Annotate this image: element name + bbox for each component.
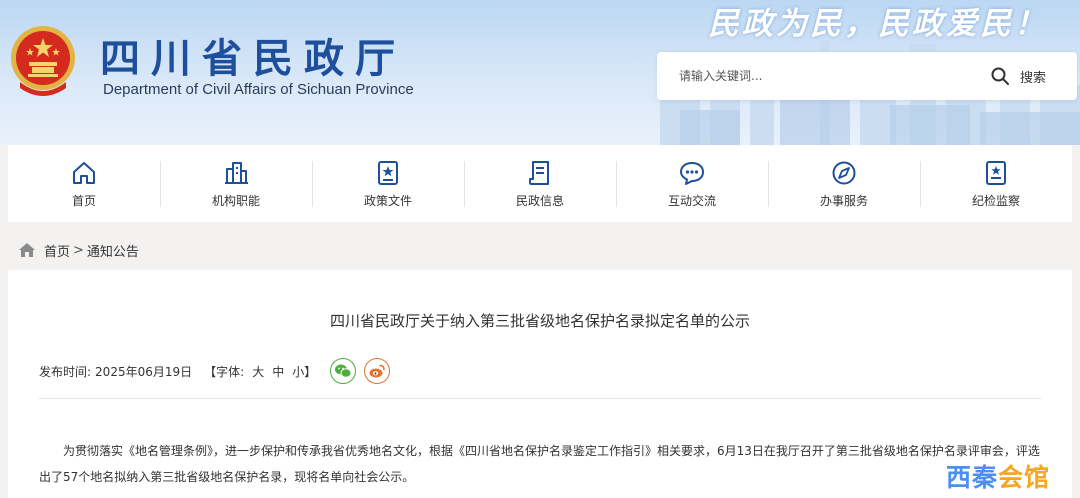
- breadcrumb-current-link[interactable]: 通知公告: [87, 241, 139, 260]
- site-header: 四川省民政厅 Department of Civil Affairs of Si…: [0, 0, 1080, 145]
- nav-label: 互动交流: [667, 194, 716, 208]
- article-body-paragraph: 为贯彻落实《地名管理条例》，进一步保护和传承我省优秀地名文化，根据《四川省地名保…: [39, 444, 1040, 484]
- search-button[interactable]: 搜索: [990, 52, 1070, 100]
- home-icon: [19, 243, 35, 257]
- divider: [39, 398, 1041, 399]
- site-subtitle: Department of Civil Affairs of Sichuan P…: [103, 81, 414, 98]
- font-size-close: 】: [304, 364, 317, 379]
- site-title: 四川省民政厅: [100, 35, 406, 82]
- article-panel: 四川省民政厅关于纳入第三批省级地名保护名录拟定名单的公示 发布时间: 2025年…: [8, 270, 1072, 498]
- building-icon: [225, 162, 248, 184]
- search-input[interactable]: [657, 52, 977, 100]
- breadcrumb: 首页 > 通知公告: [18, 240, 139, 260]
- nav-item-interaction[interactable]: 互动交流: [616, 145, 768, 222]
- nav-item-policy[interactable]: 政策文件: [312, 145, 464, 222]
- nav-label: 机构职能: [211, 194, 260, 208]
- nav-label: 办事服务: [819, 194, 868, 208]
- article-meta: 发布时间: 2025年06月19日 【字体: 大 中 小 】: [39, 358, 391, 384]
- share-weibo-button[interactable]: [364, 358, 391, 384]
- news-icon: [529, 161, 549, 185]
- nav-label: 首页: [71, 194, 96, 208]
- font-size-medium[interactable]: 中: [272, 363, 284, 380]
- nav-item-news[interactable]: 民政信息: [464, 145, 616, 222]
- badge-icon: [986, 161, 1006, 185]
- policy-document-icon: [378, 161, 398, 185]
- weibo-icon: [369, 364, 385, 378]
- slogan: 民政为民，民政爱民！: [708, 6, 1048, 42]
- nav-item-discipline[interactable]: 纪检监察: [920, 145, 1072, 222]
- nav-item-organization[interactable]: 机构职能: [160, 145, 312, 222]
- publish-date-label: 发布时间:: [39, 364, 92, 379]
- watermark-part1: 西秦: [946, 463, 999, 492]
- nav-label: 民政信息: [515, 194, 564, 208]
- nav-label: 纪检监察: [971, 194, 1020, 208]
- nav-item-services[interactable]: 办事服务: [768, 145, 920, 222]
- watermark-part2: 会馆: [998, 463, 1051, 492]
- share-wechat-button[interactable]: [330, 358, 357, 384]
- main-nav: 首页 机构职能 政策文件 民政信息 互动交流 办事服务 纪检监察: [8, 145, 1072, 222]
- watermark-logo: 西秦 会馆: [946, 456, 1050, 496]
- compass-icon: [832, 161, 856, 185]
- publish-date: 2025年06月19日: [95, 364, 193, 379]
- search-button-label: 搜索: [1020, 70, 1047, 86]
- breadcrumb-home-link[interactable]: 首页: [44, 241, 70, 260]
- nav-label: 政策文件: [363, 194, 412, 208]
- nav-item-home[interactable]: 首页: [8, 145, 160, 222]
- home-icon: [73, 162, 95, 184]
- font-size-label: 【字体:: [204, 364, 245, 379]
- wechat-icon: [335, 364, 352, 378]
- font-size-large[interactable]: 大: [252, 363, 264, 380]
- font-size-small[interactable]: 小: [292, 363, 304, 380]
- national-emblem-icon: [11, 26, 75, 96]
- chat-icon: [680, 162, 704, 185]
- search-icon: [991, 67, 1009, 85]
- article-title: 四川省民政厅关于纳入第三批省级地名保护名录拟定名单的公示: [329, 312, 750, 330]
- breadcrumb-separator: >: [73, 242, 84, 258]
